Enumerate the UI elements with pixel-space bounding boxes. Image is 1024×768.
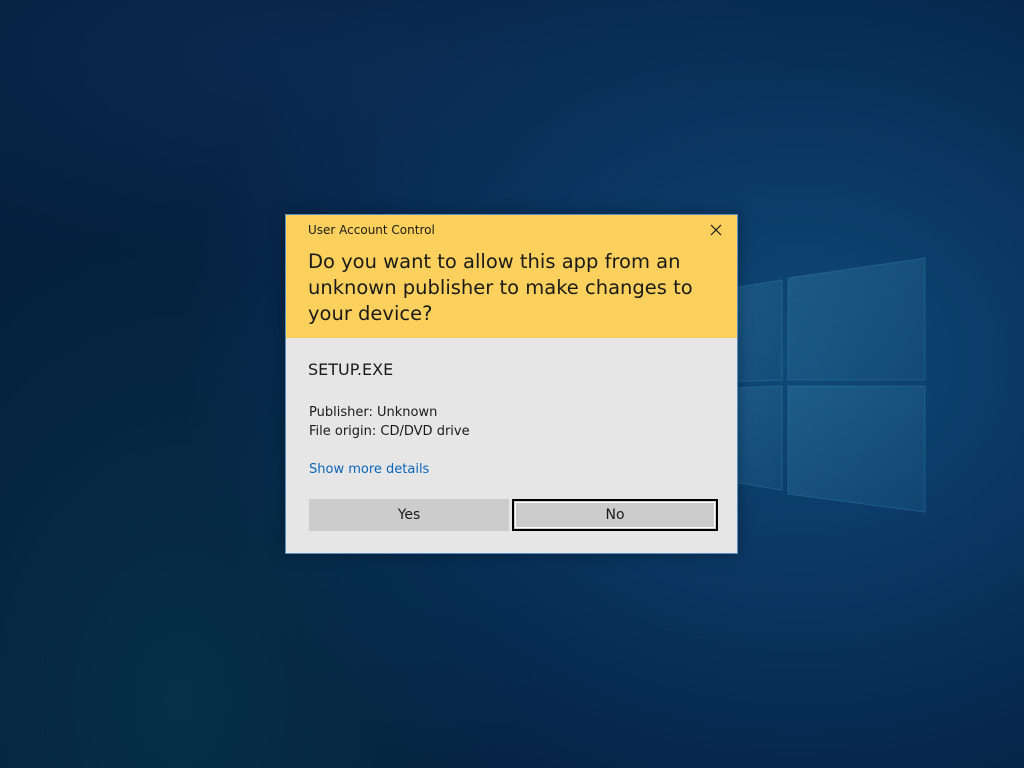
show-more-details-link[interactable]: Show more details [309, 462, 429, 477]
close-button[interactable] [707, 221, 725, 239]
publisher-text: Publisher: Unknown [309, 405, 438, 420]
file-origin-text: File origin: CD/DVD drive [309, 424, 470, 439]
yes-button[interactable]: Yes [309, 499, 509, 531]
dialog-question: Do you want to allow this app from an un… [308, 250, 693, 325]
dialog-header: User Account Control Do you want to allo… [286, 215, 737, 338]
windows-logo-watermark [720, 257, 926, 513]
no-button[interactable]: No [512, 499, 718, 531]
app-name: SETUP.EXE [308, 360, 394, 379]
app-info: Publisher: Unknown File origin: CD/DVD d… [309, 403, 470, 441]
dialog-title: User Account Control [308, 223, 435, 237]
uac-dialog: User Account Control Do you want to allo… [285, 214, 738, 554]
close-icon [710, 224, 722, 236]
